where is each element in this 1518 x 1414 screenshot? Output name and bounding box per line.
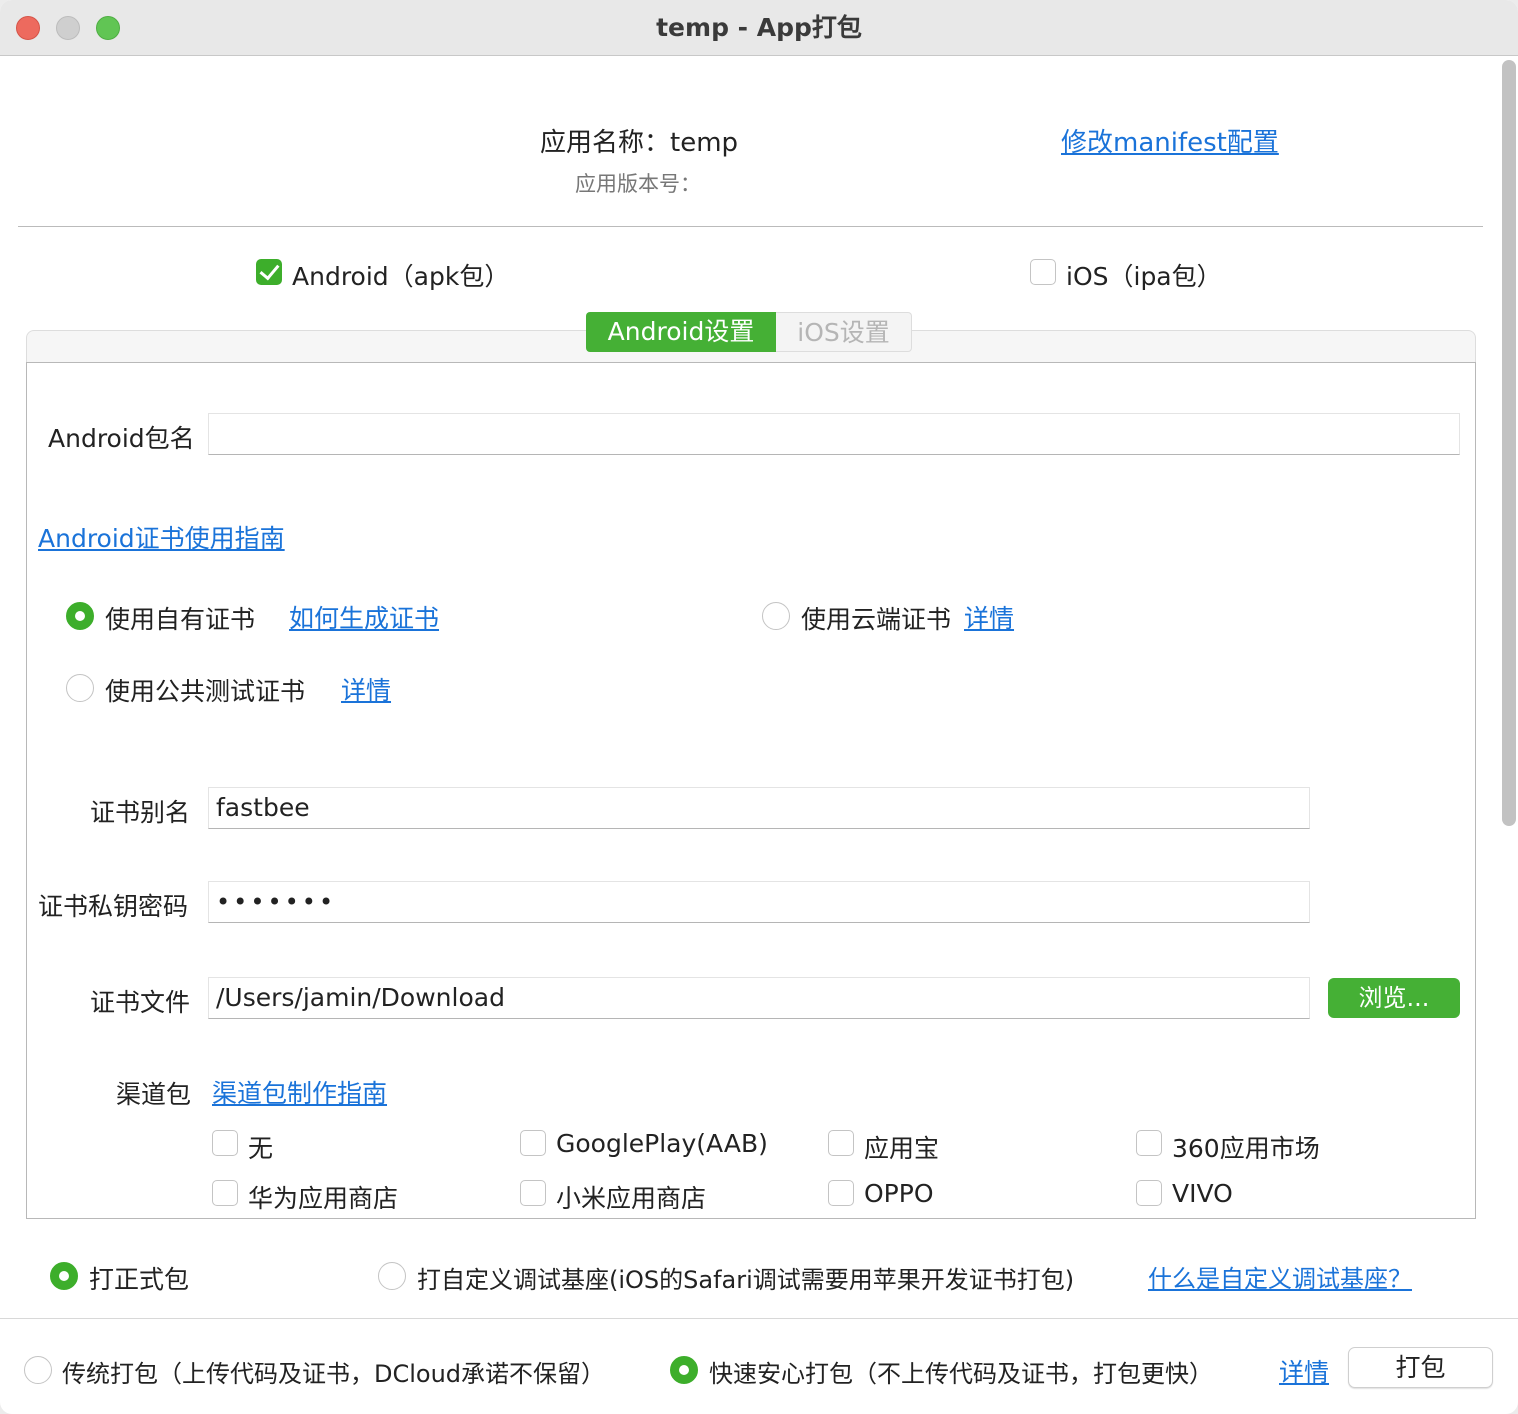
custom-base-label: 打自定义调试基座(iOS的Safari调试需要用苹果开发证书打包) [417,1266,1075,1294]
cert-file-label: 证书文件 [90,988,191,1017]
own-cert-label: 使用自有证书 [105,605,256,634]
package-name-label: Android包名 [48,424,195,453]
cert-alias-input[interactable]: fastbee [208,787,1310,829]
android-cert-guide-link[interactable]: Android证书使用指南 [38,519,285,555]
traditional-pack-radio[interactable] [24,1356,52,1384]
channel-vivo-label: VIVO [1172,1179,1233,1208]
channel-huawei-label: 华为应用商店 [248,1184,399,1213]
app-version: 应用版本号： [575,172,701,196]
channel-guide-link[interactable]: 渠道包制作指南 [212,1074,387,1110]
custom-base-help-link[interactable]: 什么是自定义调试基座？ [1148,1259,1412,1294]
channel-googleplay-checkbox[interactable] [520,1130,546,1156]
channel-xiaomi-label: 小米应用商店 [556,1184,707,1213]
channel-yingyongbao-label: 应用宝 [864,1134,940,1163]
how-to-generate-cert-link[interactable]: 如何生成证书 [289,599,439,635]
android-platform-label: Android（apk包） [292,262,510,291]
package-name-input[interactable] [208,413,1460,455]
traditional-pack-label: 传统打包（上传代码及证书，DCloud承诺不保留） [62,1360,606,1388]
cloud-cert-details-link[interactable]: 详情 [964,599,1014,635]
browse-button[interactable]: 浏览... [1328,978,1460,1018]
fast-pack-radio[interactable] [670,1356,698,1384]
edit-manifest-link[interactable]: 修改manifest配置 [1061,122,1279,159]
vertical-scrollbar[interactable] [1502,60,1516,826]
cert-password-label: 证书私钥密码 [38,892,189,921]
pack-mode-details-link[interactable]: 详情 [1279,1353,1329,1389]
cert-password-input[interactable]: ••••••• [208,881,1310,923]
title-bar: temp - App打包 [0,0,1518,56]
channel-label: 渠道包 [116,1080,192,1109]
footer-divider [0,1318,1518,1319]
channel-oppo-checkbox[interactable] [828,1180,854,1206]
own-cert-radio[interactable] [66,602,94,630]
channel-360-checkbox[interactable] [1136,1130,1162,1156]
channel-none-checkbox[interactable] [212,1130,238,1156]
cloud-cert-label: 使用云端证书 [801,605,952,634]
app-pack-window: temp - App打包 应用名称：temp 应用版本号： 修改manifest… [0,0,1518,1414]
channel-yingyongbao-checkbox[interactable] [828,1130,854,1156]
header-divider [18,226,1483,227]
pack-button[interactable]: 打包 [1348,1347,1493,1388]
tab-android-settings[interactable]: Android设置 [586,312,776,352]
channel-xiaomi-checkbox[interactable] [520,1180,546,1206]
channel-360-label: 360应用市场 [1172,1134,1320,1163]
window-title: temp - App打包 [656,13,862,42]
public-test-cert-label: 使用公共测试证书 [105,677,306,706]
channel-vivo-checkbox[interactable] [1136,1180,1162,1206]
public-test-cert-details-link[interactable]: 详情 [341,671,391,707]
app-name: 应用名称：temp [540,128,739,158]
tab-ios-settings[interactable]: iOS设置 [776,312,912,352]
public-test-cert-radio[interactable] [66,674,94,702]
custom-base-radio[interactable] [378,1262,406,1290]
cert-alias-label: 证书别名 [90,798,191,827]
channel-none-label: 无 [248,1134,274,1163]
cert-file-input[interactable]: /Users/jamin/Download [208,977,1310,1019]
fast-pack-label: 快速安心打包（不上传代码及证书，打包更快） [709,1360,1213,1388]
channel-oppo-label: OPPO [864,1179,934,1208]
ios-platform-label: iOS（ipa包） [1066,262,1222,291]
android-platform-checkbox[interactable] [256,259,282,285]
ios-platform-checkbox[interactable] [1030,259,1056,285]
release-build-label: 打正式包 [89,1265,190,1294]
channel-huawei-checkbox[interactable] [212,1180,238,1206]
cloud-cert-radio[interactable] [762,602,790,630]
release-build-radio[interactable] [50,1262,78,1290]
channel-googleplay-label: GooglePlay(AAB) [556,1129,768,1158]
